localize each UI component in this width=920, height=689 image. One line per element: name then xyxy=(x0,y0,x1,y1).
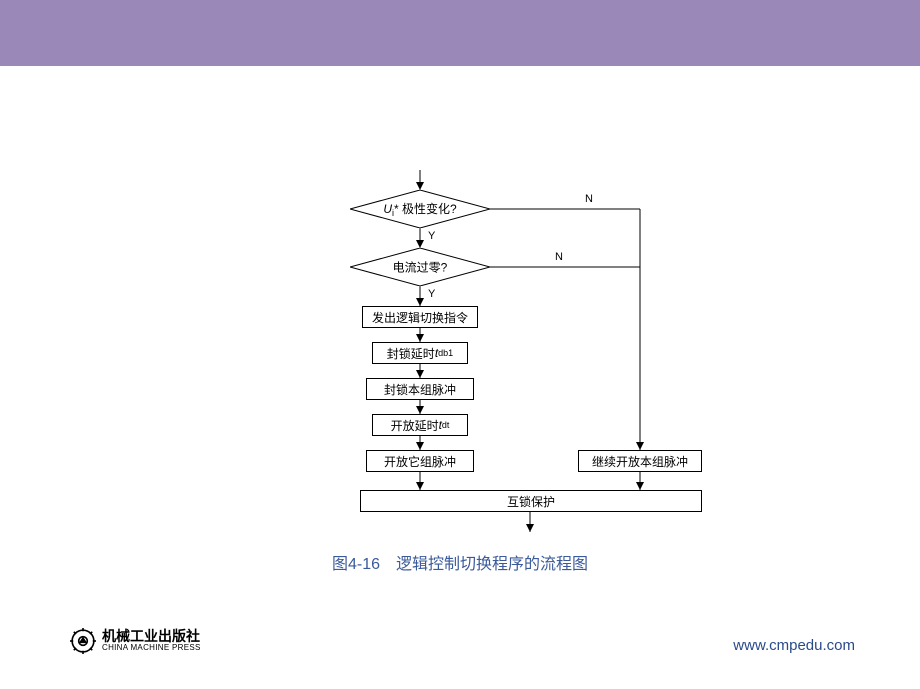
edge-y1: Y xyxy=(428,230,435,242)
process-interlock: 互锁保护 xyxy=(360,490,702,512)
publisher-text: 机械工业出版社 CHINA MACHINE PRESS xyxy=(102,629,201,653)
process-open-other: 开放它组脉冲 xyxy=(366,450,474,472)
decision-zerocurrent-label: 电流过零? xyxy=(350,259,490,276)
decision-zerocurrent: 电流过零? xyxy=(350,248,490,286)
process-lock-delay: 封锁延时tdb1 xyxy=(372,342,468,364)
process-lock-pulse: 封锁本组脉冲 xyxy=(366,378,474,400)
process-issue-cmd: 发出逻辑切换指令 xyxy=(362,306,478,328)
process-continue-open: 继续开放本组脉冲 xyxy=(578,450,702,472)
edge-n2: N xyxy=(555,251,563,263)
gear-icon xyxy=(70,628,96,654)
decision-polarity-label: Ui* 极性变化? xyxy=(350,200,490,218)
publisher-en: CHINA MACHINE PRESS xyxy=(102,644,201,653)
decision-polarity: Ui* 极性变化? xyxy=(350,190,490,228)
publisher-cn: 机械工业出版社 xyxy=(102,629,201,644)
edge-y2: Y xyxy=(428,288,435,300)
website-url: www.cmpedu.com xyxy=(733,637,855,654)
flowchart-container: Ui* 极性变化? Y N 电流过零? Y N 发出逻辑切换指令 封锁延时tdb… xyxy=(300,170,780,550)
header-band xyxy=(0,0,920,66)
process-open-delay: 开放延时tdt xyxy=(372,414,468,436)
publisher-logo: 机械工业出版社 CHINA MACHINE PRESS xyxy=(70,628,201,654)
edge-n1: N xyxy=(585,193,593,205)
figure-caption: 图4-16 逻辑控制切换程序的流程图 xyxy=(0,550,920,574)
